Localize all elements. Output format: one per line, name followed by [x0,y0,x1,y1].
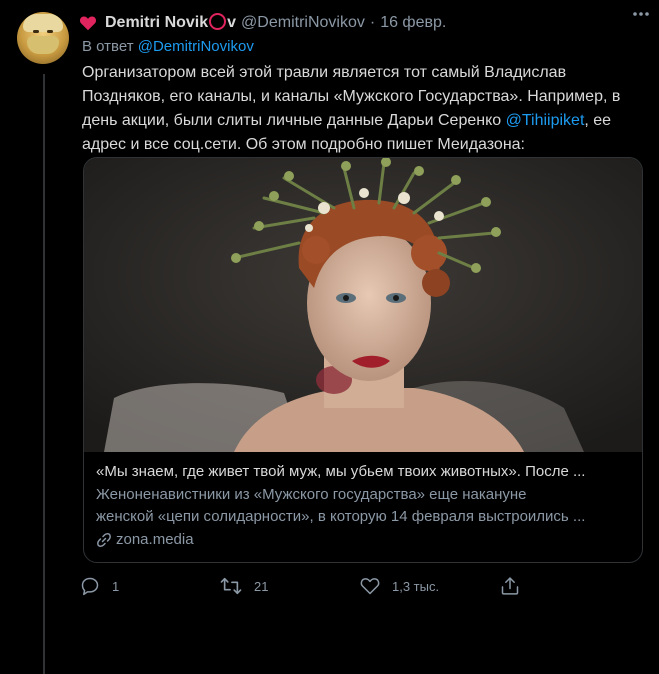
separator-dot: · [369,14,376,31]
tweet[interactable]: Demitri Novik v @DemitriNovikov · 16 февр… [0,0,659,674]
card-title[interactable]: «Мы знаем, где живет твой муж, мы убьем … [96,462,630,482]
reply-prefix: В ответ [82,38,134,55]
tweet-actions: 1 21 1,3 тыс. [80,572,560,600]
avatar[interactable] [17,12,69,64]
share-button[interactable] [500,572,540,600]
card-domain-text[interactable]: zona.media [116,531,194,548]
reply-context: В ответ @DemitriNovikov [82,36,648,58]
link-card[interactable]: «Мы знаем, где живет твой муж, мы убьем … [83,157,643,563]
mention-link[interactable]: @Tihiipiket [506,112,585,129]
avatar-eye [33,30,39,33]
retweet-count: 21 [254,578,269,594]
like-button[interactable]: 1,3 тыс. [360,572,500,600]
link-icon [97,532,111,547]
thread-line [43,74,45,674]
reply-count: 1 [112,578,120,594]
card-meta: «Мы знаем, где живет твой муж, мы убьем … [84,452,642,558]
card-domain[interactable]: zona.media [96,531,630,548]
like-icon [360,578,380,595]
tweet-date[interactable]: 16 февр. [380,14,446,32]
card-description-line: Женоненавистники из «Мужского государств… [96,486,527,503]
reply-button[interactable]: 1 [80,572,220,600]
tweet-content: Demitri Novik v @DemitriNovikov · 16 февр… [79,10,648,157]
like-count: 1,3 тыс. [392,578,440,594]
avatar-eye [47,30,53,33]
card-description: Женоненавистники из «Мужского государств… [96,484,630,528]
tweet-header: Demitri Novik v @DemitriNovikov · 16 февр… [79,10,648,36]
avatar-hair [23,14,63,32]
more-icon[interactable] [631,4,651,30]
display-name-suffix[interactable]: v [227,14,236,31]
reply-icon [81,577,99,596]
tweet-text: Организатором всей этой травли является … [82,61,638,157]
retweet-icon [220,577,242,595]
reply-to-link[interactable]: @DemitriNovikov [138,38,254,55]
share-icon [501,577,519,595]
display-name[interactable]: Demitri Novik v [105,13,236,32]
user-handle[interactable]: @DemitriNovikov [241,14,365,32]
retweet-button[interactable]: 21 [220,572,360,600]
heart-icon [79,16,97,31]
card-description-line: женской «цепи солидарности», в которую 1… [96,508,586,525]
ring-icon [209,13,227,31]
display-name-prefix[interactable]: Demitri Novik [105,14,208,31]
card-image[interactable] [84,158,642,452]
avatar-mask [27,36,59,54]
